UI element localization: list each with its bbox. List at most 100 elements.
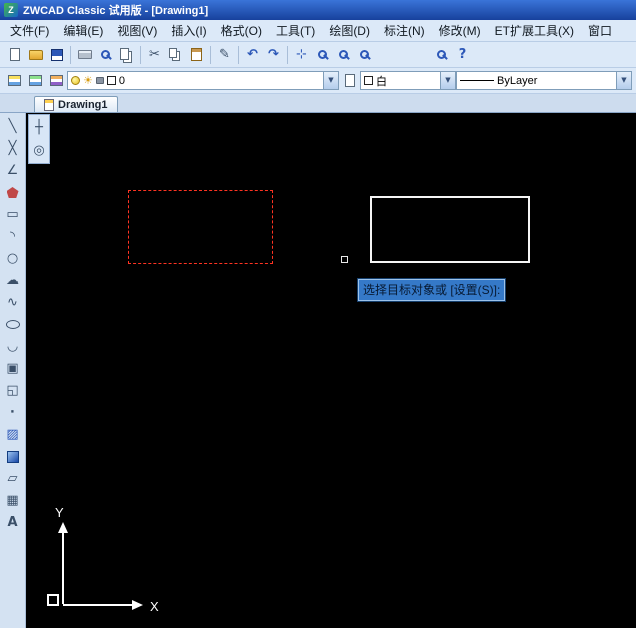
scissors-icon: ✂ (149, 47, 160, 62)
layer-dropdown[interactable]: ☀ 0 ▼ (67, 71, 339, 90)
menu-edit[interactable]: 编辑(E) (56, 20, 110, 41)
menu-dimension[interactable]: 标注(N) (377, 20, 432, 41)
copy-button[interactable] (165, 44, 186, 65)
rectangle-button[interactable]: ▭ (2, 204, 23, 225)
arc-icon: ◝ (9, 229, 16, 244)
match-properties-button[interactable]: ✎ (214, 44, 235, 65)
line-button[interactable]: ╲ (2, 116, 23, 137)
tab-drawing1[interactable]: Drawing1 (34, 96, 118, 112)
zwcad-logo-icon[interactable]: Z (4, 3, 18, 17)
layer-thaw-sun-icon: ☀ (83, 74, 93, 87)
color-dropdown[interactable]: 白 ▼ (360, 71, 456, 90)
publish-button[interactable] (116, 44, 137, 65)
tab-label: Drawing1 (58, 99, 108, 111)
make-block-button[interactable]: ◱ (2, 380, 23, 401)
menu-tools[interactable]: 工具(T) (269, 20, 322, 41)
selected-rectangle-entity[interactable] (128, 190, 273, 264)
drawing-canvas[interactable]: ┼ ◎ 选择目标对象或 [设置(S)]: Y X (26, 113, 636, 628)
paste-button[interactable] (186, 44, 207, 65)
polyline-button[interactable]: ∠ (2, 160, 23, 181)
layer-states-icon (29, 75, 42, 86)
mtext-button[interactable]: A (2, 512, 23, 533)
toolbar-separator (70, 45, 71, 64)
new-button[interactable] (4, 44, 25, 65)
draw-toolbar: ╲ ╳ ∠ ▭ ◝ ○ ☁ ∿ ◡ ▣ ◱ ∙ ▨ ▱ ▦ A (0, 113, 26, 628)
pickbox-cursor (341, 256, 348, 263)
arc-button[interactable]: ◝ (2, 226, 23, 247)
ellipse-arc-button[interactable]: ◡ (2, 336, 23, 357)
chevron-down-icon: ▼ (445, 76, 451, 84)
properties-toolbar: ☀ 0 ▼ 白 ▼ ByLayer ▼ (0, 68, 636, 94)
layer-previous-button[interactable] (46, 70, 67, 91)
search-icon (437, 50, 446, 59)
ellipse-button[interactable] (2, 314, 23, 335)
menu-bar: 文件(F) 编辑(E) 视图(V) 插入(I) 格式(O) 工具(T) 绘图(D… (0, 20, 636, 42)
layer-dropdown-arrow[interactable]: ▼ (323, 72, 338, 89)
current-color-chip (364, 76, 373, 85)
hatch-button[interactable]: ▨ (2, 424, 23, 445)
spline-button[interactable]: ∿ (2, 292, 23, 313)
help-button[interactable]: ? (452, 44, 473, 65)
point-button[interactable]: ∙ (2, 402, 23, 423)
layer-previous-icon (50, 75, 63, 86)
pan-button[interactable]: ⊹ (291, 44, 312, 65)
construction-line-icon: ╳ (8, 141, 17, 156)
redo-icon: ↷ (268, 47, 279, 62)
print-preview-icon (101, 50, 110, 59)
mini-tool-button-1[interactable]: ┼ (29, 117, 50, 138)
rectangle-icon: ▭ (6, 207, 19, 222)
save-button[interactable] (46, 44, 67, 65)
cut-button[interactable]: ✂ (144, 44, 165, 65)
menu-format[interactable]: 格式(O) (214, 20, 269, 41)
plot-button[interactable] (74, 44, 95, 65)
ucs-y-label: Y (55, 505, 64, 520)
ellipse-icon (5, 320, 20, 329)
zoom-window-button[interactable] (333, 44, 354, 65)
open-folder-icon (28, 49, 43, 60)
mini-tool-button-2[interactable]: ◎ (29, 140, 50, 161)
find-button[interactable] (431, 44, 452, 65)
menu-file[interactable]: 文件(F) (3, 20, 56, 41)
menu-et-tools[interactable]: ET扩展工具(X) (488, 20, 581, 41)
zoom-previous-button[interactable] (354, 44, 375, 65)
layer-on-bulb-icon (71, 76, 80, 85)
menu-insert[interactable]: 插入(I) (164, 20, 213, 41)
layer-properties-button[interactable] (4, 70, 25, 91)
document-tab-bar: Drawing1 (0, 94, 636, 113)
linetype-dropdown[interactable]: ByLayer ▼ (456, 71, 632, 90)
zoom-realtime-button[interactable] (312, 44, 333, 65)
rectangle-entity[interactable] (370, 196, 530, 263)
open-button[interactable] (25, 44, 46, 65)
menu-draw[interactable]: 绘图(D) (322, 20, 377, 41)
menu-window[interactable]: 窗口 (581, 20, 619, 41)
title-bar[interactable]: Z ZWCAD Classic 试用版 - [Drawing1] (0, 0, 636, 20)
ucs-origin-square (47, 594, 59, 606)
redo-button[interactable]: ↷ (263, 44, 284, 65)
spline-icon: ∿ (7, 295, 18, 310)
construction-line-button[interactable]: ╳ (2, 138, 23, 159)
region-button[interactable]: ▱ (2, 468, 23, 489)
current-color-name: 白 (376, 75, 387, 88)
multiline-text-icon: A (7, 515, 18, 530)
linetype-dropdown-arrow[interactable]: ▼ (616, 72, 631, 89)
gradient-button[interactable] (2, 446, 23, 467)
crosshair-icon: ┼ (35, 120, 43, 135)
make-object-layer-current-button[interactable] (339, 70, 360, 91)
color-dropdown-arrow[interactable]: ▼ (440, 72, 455, 89)
layer-states-button[interactable] (25, 70, 46, 91)
point-icon: ∙ (10, 405, 15, 420)
menu-view[interactable]: 视图(V) (110, 20, 164, 41)
toolbar-separator (238, 45, 239, 64)
polygon-button[interactable] (2, 182, 23, 203)
revcloud-button[interactable]: ☁ (2, 270, 23, 291)
menu-modify[interactable]: 修改(M) (432, 20, 488, 41)
polyline-icon: ∠ (6, 163, 19, 178)
table-button[interactable]: ▦ (2, 490, 23, 511)
zoom-realtime-icon (318, 50, 327, 59)
zoom-previous-icon (360, 50, 369, 59)
undo-button[interactable]: ↶ (242, 44, 263, 65)
layer-lock-icon (95, 77, 104, 84)
circle-button[interactable]: ○ (2, 248, 23, 269)
print-preview-button[interactable] (95, 44, 116, 65)
insert-block-button[interactable]: ▣ (2, 358, 23, 379)
